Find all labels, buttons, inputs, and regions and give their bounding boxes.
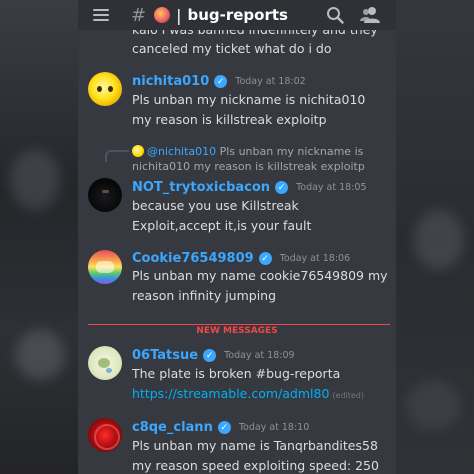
verified-badge-icon: ✓ [258, 252, 272, 265]
username[interactable]: c8qe_clann [132, 420, 213, 435]
username[interactable]: Cookie76549809 [132, 251, 254, 266]
message-list[interactable]: kaio i was banned indefinitely and they … [78, 0, 396, 474]
search-icon[interactable] [326, 6, 344, 24]
edited-marker: (edited) [332, 391, 365, 400]
members-icon[interactable] [360, 6, 380, 24]
hash-icon: # [131, 4, 147, 26]
channel-emoji-icon [154, 7, 171, 23]
reply-username[interactable]: @nichita010 [147, 145, 216, 158]
message-link[interactable]: https://streamable.com/adml80 [132, 386, 329, 401]
reply-connector [105, 150, 129, 162]
channel-name[interactable]: bug-reports [187, 6, 288, 24]
new-messages-label: NEW MESSAGES [190, 326, 284, 336]
username[interactable]: NOT_trytoxicbacon [132, 180, 270, 195]
message-text: Pls unban my name cookie76549809 my reas… [132, 268, 388, 303]
avatar[interactable] [88, 418, 122, 452]
timestamp: Today at 18:02 [235, 76, 306, 87]
message-body: The plate is broken #bug-reporta [132, 366, 341, 381]
timestamp: Today at 18:09 [224, 350, 295, 361]
timestamp: Today at 18:06 [279, 253, 351, 264]
timestamp: Today at 18:10 [238, 422, 310, 433]
timestamp: Today at 18:05 [296, 182, 367, 193]
blurred-background-left [0, 0, 78, 474]
blurred-background-right [396, 0, 474, 474]
username[interactable]: 06Tatsue [132, 348, 198, 363]
username[interactable]: nichita010 [132, 74, 209, 89]
verified-badge-icon: ✓ [275, 181, 289, 194]
message-text: The plate is broken #bug-reporta https:/… [132, 364, 388, 406]
avatar[interactable] [88, 250, 122, 284]
reply-preview[interactable]: @nichita010 Pls unban my nickname is nic… [132, 144, 388, 174]
message-text: because you use Killstreak Exploit,accep… [132, 198, 312, 233]
verified-badge-icon: ✓ [217, 421, 231, 434]
channel-separator: | [176, 5, 182, 25]
channel-header: # | bug-reports [78, 0, 396, 30]
message-text: Pls unban my nickname is nichita010 my r… [132, 92, 366, 127]
verified-badge-icon: ✓ [203, 349, 217, 362]
avatar[interactable] [88, 178, 122, 212]
verified-badge-icon: ✓ [214, 75, 228, 88]
message-text: Pls unban my name is Tanqrbandites58 my … [132, 438, 379, 473]
avatar[interactable] [88, 346, 122, 380]
avatar[interactable] [88, 72, 122, 106]
reply-avatar [132, 145, 144, 157]
hamburger-icon[interactable] [93, 9, 109, 21]
discord-app: kaio i was banned indefinitely and they … [78, 0, 396, 474]
